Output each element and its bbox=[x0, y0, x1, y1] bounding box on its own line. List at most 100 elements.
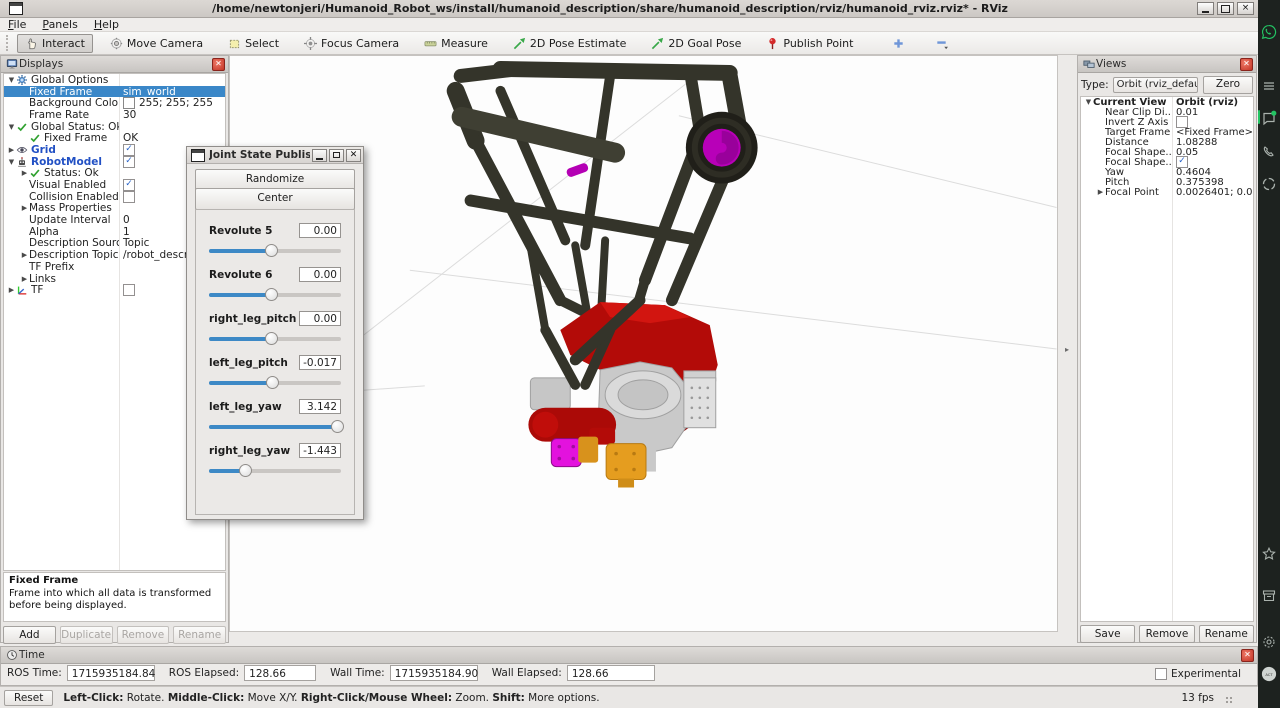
tool-select[interactable]: Select bbox=[220, 34, 287, 53]
center-button[interactable]: Center bbox=[195, 188, 355, 210]
whatsapp-icon[interactable] bbox=[1261, 24, 1277, 40]
tree-row-pitch[interactable]: Pitch0.375398 bbox=[1081, 177, 1253, 187]
tree-row-frame-rate[interactable]: Frame Rate30 bbox=[4, 109, 225, 121]
profile-icon[interactable]: ACT bbox=[1261, 666, 1277, 682]
tree-row-fixed-frame[interactable]: Fixed FrameOK bbox=[4, 132, 225, 144]
property-value[interactable]: OK bbox=[123, 132, 138, 144]
color-swatch[interactable] bbox=[123, 97, 135, 109]
displays-close-icon[interactable]: ✕ bbox=[212, 58, 225, 71]
tool-focus-camera[interactable]: Focus Camera bbox=[296, 34, 407, 53]
tree-row-focal-point[interactable]: ▶Focal Point0.0026401; 0.0316... bbox=[1081, 187, 1253, 197]
slider-handle[interactable] bbox=[265, 244, 278, 257]
tree-row-background-color[interactable]: Background Color255; 255; 255 bbox=[4, 97, 225, 109]
zero-button[interactable]: Zero bbox=[1203, 76, 1253, 94]
expander-icon[interactable]: ▶ bbox=[20, 204, 29, 212]
tool-publish-point[interactable]: Publish Point bbox=[758, 34, 861, 53]
joint-value-input[interactable]: -1.443 bbox=[299, 443, 341, 458]
expander-icon[interactable]: ▶ bbox=[20, 251, 29, 259]
tree-row-fixed-frame[interactable]: Fixed Framesim_world bbox=[4, 86, 225, 98]
rename-view-button[interactable]: Rename bbox=[1199, 625, 1254, 643]
expander-icon[interactable]: ▼ bbox=[1084, 98, 1093, 106]
slider-track[interactable] bbox=[209, 249, 341, 253]
slider-handle[interactable] bbox=[266, 376, 279, 389]
slider-track[interactable] bbox=[209, 337, 341, 341]
toolbar-handle[interactable] bbox=[6, 35, 12, 51]
archive-icon[interactable] bbox=[1261, 588, 1277, 604]
tree-row-yaw[interactable]: Yaw0.4604 bbox=[1081, 167, 1253, 177]
time-close-icon[interactable]: ✕ bbox=[1241, 649, 1254, 662]
time-panel-header[interactable]: Time ✕ bbox=[1, 647, 1257, 664]
close-button[interactable]: × bbox=[1237, 2, 1254, 15]
views-close-icon[interactable]: ✕ bbox=[1240, 58, 1253, 71]
property-value[interactable]: 0.0026401; 0.0316... bbox=[1176, 187, 1253, 198]
slider-track[interactable] bbox=[209, 293, 341, 297]
save-view-button[interactable]: Save bbox=[1080, 625, 1135, 643]
tree-row-current-view[interactable]: ▼Current ViewOrbit (rviz) bbox=[1081, 97, 1253, 107]
property-value[interactable]: 0 bbox=[123, 214, 130, 226]
slider-handle[interactable] bbox=[239, 464, 252, 477]
panel-collapse-arrow[interactable]: ▸ bbox=[1062, 343, 1072, 357]
resize-grip[interactable] bbox=[1225, 696, 1234, 705]
joint-value-input[interactable]: 0.00 bbox=[299, 311, 341, 326]
property-value[interactable]: 1 bbox=[123, 226, 130, 238]
tree-row-global-options[interactable]: ▼Global Options bbox=[4, 74, 225, 86]
expander-icon[interactable]: ▼ bbox=[7, 123, 16, 131]
settings-icon[interactable] bbox=[1261, 634, 1277, 650]
views-panel-header[interactable]: Views ✕ bbox=[1078, 56, 1256, 73]
checkbox-checked[interactable]: ✓ bbox=[123, 144, 135, 156]
dialog-maximize-button[interactable] bbox=[329, 149, 344, 162]
joint-value-input[interactable]: 0.00 bbox=[299, 267, 341, 282]
time-field-input[interactable]: 1715935184.84 bbox=[67, 665, 155, 681]
expander-icon[interactable]: ▶ bbox=[20, 169, 29, 177]
property-value[interactable]: 30 bbox=[123, 109, 136, 121]
dialog-close-button[interactable]: ✕ bbox=[346, 149, 361, 162]
tool-measure[interactable]: Measure bbox=[416, 34, 496, 53]
slider-track[interactable] bbox=[209, 469, 341, 473]
tree-row-distance[interactable]: Distance1.08288 bbox=[1081, 137, 1253, 147]
star-icon[interactable] bbox=[1261, 546, 1277, 562]
tree-row-invert-z-axis[interactable]: Invert Z Axis bbox=[1081, 117, 1253, 127]
tool-remove-tool[interactable] bbox=[927, 34, 956, 53]
checkbox-checked[interactable]: ✓ bbox=[123, 179, 135, 191]
expander-icon[interactable]: ▶ bbox=[7, 286, 16, 294]
reset-button[interactable]: Reset bbox=[4, 690, 53, 706]
tool-goal-pose[interactable]: 2D Goal Pose bbox=[643, 34, 749, 53]
expander-icon[interactable]: ▼ bbox=[7, 76, 16, 84]
menu-help[interactable]: Help bbox=[86, 18, 127, 31]
slider-handle[interactable] bbox=[265, 332, 278, 345]
checkbox-unchecked[interactable] bbox=[123, 284, 135, 296]
tool-pose-estimate[interactable]: 2D Pose Estimate bbox=[505, 34, 635, 53]
menu-panels[interactable]: Panels bbox=[34, 18, 85, 31]
property-value[interactable]: sim_world bbox=[123, 86, 176, 98]
joint-value-input[interactable]: 3.142 bbox=[299, 399, 341, 414]
minimize-button[interactable] bbox=[1197, 2, 1214, 15]
add-display-button[interactable]: Add bbox=[3, 626, 56, 644]
chats-icon[interactable] bbox=[1261, 110, 1277, 126]
status-icon[interactable] bbox=[1261, 176, 1277, 192]
tree-row-global-status-ok[interactable]: ▼Global Status: Ok bbox=[4, 121, 225, 133]
dialog-titlebar[interactable]: Joint State Publis... ✕ bbox=[187, 147, 363, 164]
displays-panel-header[interactable]: Displays ✕ bbox=[1, 56, 228, 73]
menu-icon[interactable] bbox=[1261, 78, 1277, 94]
dialog-minimize-button[interactable] bbox=[312, 149, 327, 162]
time-field-input[interactable]: 1715935184.90 bbox=[390, 665, 478, 681]
property-value[interactable]: Topic bbox=[123, 237, 149, 249]
property-value[interactable]: 255; 255; 255 bbox=[139, 97, 213, 109]
calls-icon[interactable] bbox=[1261, 144, 1277, 160]
time-field-input[interactable]: 128.66 bbox=[567, 665, 655, 681]
slider-handle[interactable] bbox=[331, 420, 344, 433]
menu-file[interactable]: File bbox=[0, 18, 34, 31]
tree-row-target-frame[interactable]: Target Frame<Fixed Frame> bbox=[1081, 127, 1253, 137]
joint-value-input[interactable]: -0.017 bbox=[299, 355, 341, 370]
experimental-checkbox[interactable] bbox=[1155, 668, 1167, 680]
expander-icon[interactable]: ▼ bbox=[7, 158, 16, 166]
slider-track[interactable] bbox=[209, 425, 341, 429]
view-type-dropdown[interactable]: Orbit (rviz_default_ ▼ bbox=[1113, 77, 1198, 93]
tool-add-tool[interactable] bbox=[884, 34, 913, 53]
tool-move-camera[interactable]: Move Camera bbox=[102, 34, 211, 53]
slider-track[interactable] bbox=[209, 381, 341, 385]
checkbox-unchecked[interactable] bbox=[123, 191, 135, 203]
remove-view-button[interactable]: Remove bbox=[1139, 625, 1194, 643]
expander-icon[interactable]: ▶ bbox=[20, 275, 29, 283]
time-field-input[interactable]: 128.66 bbox=[244, 665, 316, 681]
